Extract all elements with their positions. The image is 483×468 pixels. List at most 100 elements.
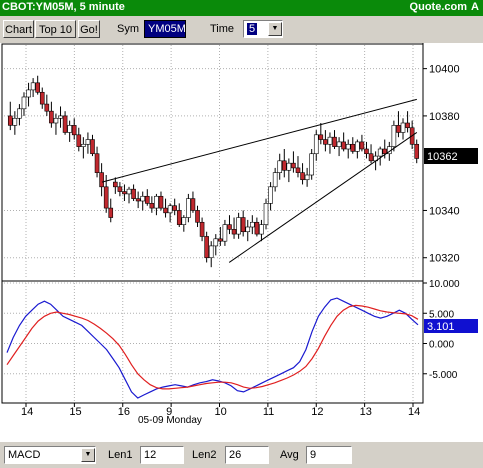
candle-down — [108, 207, 114, 218]
candle-down — [158, 195, 164, 209]
candle-up — [222, 224, 228, 242]
study-select-value: MACD — [8, 449, 41, 461]
candle-up — [181, 217, 187, 225]
candle-down — [199, 221, 205, 237]
candle-down — [49, 110, 54, 124]
candle-up — [336, 141, 342, 147]
candle-down — [396, 125, 401, 133]
macd-tick-label: 5.000 — [429, 309, 454, 320]
candle-up — [236, 217, 241, 235]
candle-up — [304, 174, 310, 181]
corner-label: A — [471, 1, 479, 13]
current-macd-label: 3.101 — [427, 321, 455, 333]
candle-up — [377, 148, 383, 157]
candle-up — [126, 188, 132, 195]
candle-up — [81, 143, 86, 147]
time-tick-label: 10 — [215, 406, 227, 418]
candle-up — [355, 141, 360, 152]
candle-down — [341, 141, 346, 150]
price-tick-label: 10320 — [429, 253, 460, 265]
candle-down — [281, 160, 287, 171]
len2-label: Len2 — [192, 449, 217, 461]
candle-down — [163, 207, 168, 214]
candle-up — [12, 117, 18, 126]
time-tick-label: 14 — [21, 406, 33, 418]
candle-up — [268, 186, 273, 204]
candle-down — [135, 198, 141, 202]
chart-button[interactable]: Chart — [3, 20, 34, 38]
chart-area: 10400 10380 10340 10320 10.000 5.000 0.000 -5.… — [0, 43, 483, 441]
candle-down — [414, 143, 420, 159]
price-tick-label: 10340 — [429, 205, 460, 217]
candle-down — [113, 181, 118, 188]
candle-down — [382, 148, 388, 155]
time-tick-label: 15 — [69, 406, 81, 418]
candle-down — [227, 224, 232, 230]
candle-down — [7, 115, 13, 126]
candle-down — [318, 134, 324, 140]
time-tick-label: 12 — [311, 406, 323, 418]
candle-down — [405, 122, 410, 129]
go-button[interactable]: Go! — [78, 20, 100, 38]
candle-up — [327, 136, 333, 145]
candle-down — [71, 125, 77, 136]
study-dropdown-arrow-icon[interactable]: ▼ — [81, 448, 95, 462]
candle-down — [359, 141, 365, 150]
time-axis: 14 15 16 9 10 11 12 13 14 — [21, 403, 420, 418]
candle-down — [323, 139, 328, 145]
time-select[interactable]: 5 ▼ — [243, 20, 283, 38]
candle-down — [176, 210, 182, 225]
candle-down — [90, 139, 95, 155]
candle-up — [186, 198, 191, 218]
time-tick-label: 14 — [408, 406, 420, 418]
macd-tick-label: 10.000 — [429, 279, 460, 290]
study-select[interactable]: MACD ▼ — [4, 446, 96, 464]
candle-up — [245, 226, 251, 233]
candle-up — [277, 160, 283, 173]
time-dropdown-arrow-icon[interactable]: ▼ — [268, 22, 282, 36]
time-tick-label: 13 — [360, 406, 372, 418]
macd-tick-label: 0.000 — [429, 340, 454, 351]
candle-up — [58, 115, 63, 119]
candle-up — [213, 238, 219, 247]
len1-label: Len1 — [108, 449, 133, 461]
candle-down — [364, 148, 369, 155]
candle-up — [17, 108, 22, 119]
candle-down — [204, 236, 209, 259]
candle-up — [400, 122, 406, 133]
avg-input[interactable]: 9 — [306, 446, 352, 464]
sym-label: Sym — [117, 23, 139, 35]
candle-up — [140, 195, 146, 202]
current-price-label: 10362 — [427, 151, 458, 163]
candle-down — [94, 153, 100, 173]
candle-down — [332, 136, 337, 147]
candle-down — [103, 186, 109, 209]
candle-down — [254, 221, 260, 235]
candle-down — [172, 205, 177, 211]
candle-down — [39, 91, 45, 105]
candle-down — [44, 103, 50, 112]
candle-down — [291, 162, 296, 169]
avg-label: Avg — [280, 449, 299, 461]
candle-down — [350, 143, 356, 152]
symbol-input[interactable]: YM05M — [144, 20, 186, 38]
candle-down — [99, 172, 104, 188]
len2-input[interactable]: 26 — [225, 446, 269, 464]
top10-button[interactable]: Top 10 — [35, 20, 76, 38]
candle-up — [21, 96, 27, 110]
candle-down — [149, 203, 155, 209]
candle-down — [131, 188, 136, 199]
brand-label: Quote.com — [409, 1, 467, 13]
candle-up — [208, 245, 214, 259]
candle-up — [53, 117, 59, 124]
len1-input[interactable]: 12 — [140, 446, 184, 464]
candle-down — [231, 229, 237, 235]
candle-down — [295, 167, 301, 173]
candle-up — [259, 224, 264, 235]
candle-down — [35, 82, 40, 93]
candle-up — [67, 125, 72, 133]
price-tick-label: 10400 — [429, 64, 460, 76]
candle-down — [240, 217, 246, 233]
candle-up — [30, 82, 36, 91]
study-bar: MACD ▼ Len1 12 Len2 26 Avg 9 — [0, 441, 483, 468]
